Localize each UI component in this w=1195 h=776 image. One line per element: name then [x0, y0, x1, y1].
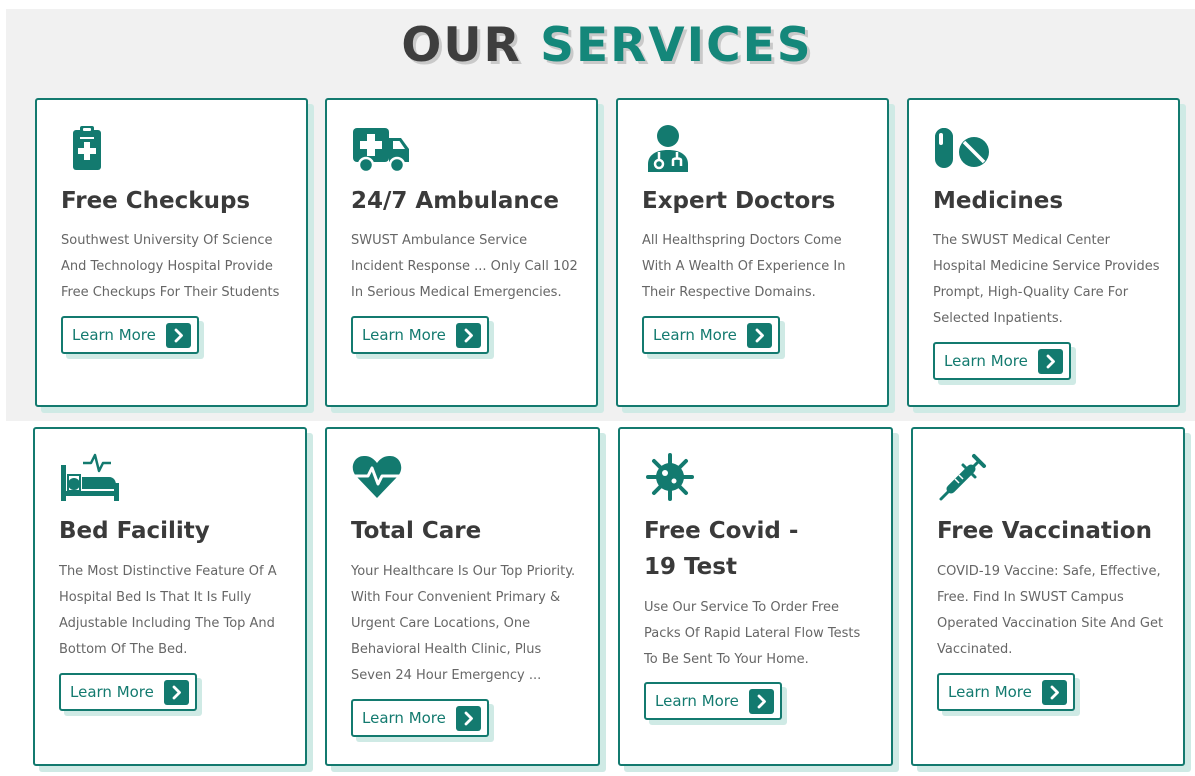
section-heading: OUR SERVICES — [0, 18, 1195, 73]
learn-more-button[interactable]: Learn More — [937, 673, 1075, 711]
chevron-right-icon — [1038, 349, 1063, 374]
service-card-total-care: Total Care Your Healthcare Is Our Top Pr… — [325, 427, 600, 766]
service-title: Free Covid - 19 Test — [644, 518, 799, 580]
learn-more-label: Learn More — [948, 683, 1032, 701]
service-description: All Healthspring Doctors Come With A Wea… — [642, 233, 846, 300]
heartbeat-icon — [351, 451, 403, 503]
service-card-free-vaccination: Free Vaccination COVID-19 Vaccine: Safe,… — [911, 427, 1185, 766]
chevron-right-icon — [456, 706, 481, 731]
service-title: Free Vaccination — [937, 518, 1152, 544]
learn-more-label: Learn More — [362, 709, 446, 727]
service-title: 24/7 Ambulance — [351, 188, 560, 214]
chevron-right-icon — [749, 689, 774, 714]
service-description: Use Our Service To Order Free Packs Of R… — [644, 600, 861, 667]
service-description: The SWUST Medical Center Hospital Medici… — [933, 233, 1160, 326]
learn-more-button[interactable]: Learn More — [351, 699, 489, 737]
doctor-icon — [642, 122, 694, 174]
service-card-bed-facility: Bed Facility The Most Distinctive Featur… — [33, 427, 307, 766]
service-card-medicines: Medicines The SWUST Medical Center Hospi… — [907, 98, 1180, 407]
service-description: Your Healthcare Is Our Top Priority. Wit… — [351, 564, 576, 683]
learn-more-label: Learn More — [362, 326, 446, 344]
service-title: Bed Facility — [59, 518, 210, 544]
hospital-bed-icon — [59, 451, 121, 503]
service-title: Free Checkups — [61, 188, 251, 214]
chevron-right-icon — [456, 323, 481, 348]
learn-more-button[interactable]: Learn More — [61, 316, 199, 354]
chevron-right-icon — [1042, 680, 1067, 705]
service-card-free-checkups: Free Checkups Southwest University Of Sc… — [35, 98, 308, 407]
heading-word-our: OUR — [401, 18, 522, 73]
service-title: Medicines — [933, 188, 1064, 214]
service-title: Total Care — [351, 518, 482, 544]
service-description: Southwest University Of Science And Tech… — [61, 233, 280, 300]
learn-more-label: Learn More — [944, 352, 1028, 370]
learn-more-button[interactable]: Learn More — [351, 316, 489, 354]
chevron-right-icon — [166, 323, 191, 348]
learn-more-label: Learn More — [653, 326, 737, 344]
heading-word-services: SERVICES — [540, 18, 813, 73]
clipboard-medical-icon — [61, 122, 113, 174]
learn-more-button[interactable]: Learn More — [933, 342, 1071, 380]
service-title: Expert Doctors — [642, 188, 836, 214]
learn-more-label: Learn More — [70, 683, 154, 701]
ambulance-icon — [351, 122, 411, 174]
learn-more-label: Learn More — [655, 692, 739, 710]
learn-more-button[interactable]: Learn More — [59, 673, 197, 711]
learn-more-label: Learn More — [72, 326, 156, 344]
chevron-right-icon — [164, 680, 189, 705]
service-description: COVID-19 Vaccine: Safe, Effective, Free.… — [937, 564, 1164, 657]
syringe-icon — [937, 451, 989, 503]
pills-icon — [933, 122, 993, 174]
chevron-right-icon — [747, 323, 772, 348]
service-description: The Most Distinctive Feature Of A Hospit… — [59, 564, 277, 657]
virus-icon — [644, 451, 696, 503]
service-description: SWUST Ambulance Service Incident Respons… — [351, 233, 578, 300]
service-card-ambulance: 24/7 Ambulance SWUST Ambulance Service I… — [325, 98, 598, 407]
service-card-covid-test: Free Covid - 19 Test Use Our Service To … — [618, 427, 893, 766]
service-card-expert-doctors: Expert Doctors All Healthspring Doctors … — [616, 98, 889, 407]
learn-more-button[interactable]: Learn More — [644, 682, 782, 720]
learn-more-button[interactable]: Learn More — [642, 316, 780, 354]
